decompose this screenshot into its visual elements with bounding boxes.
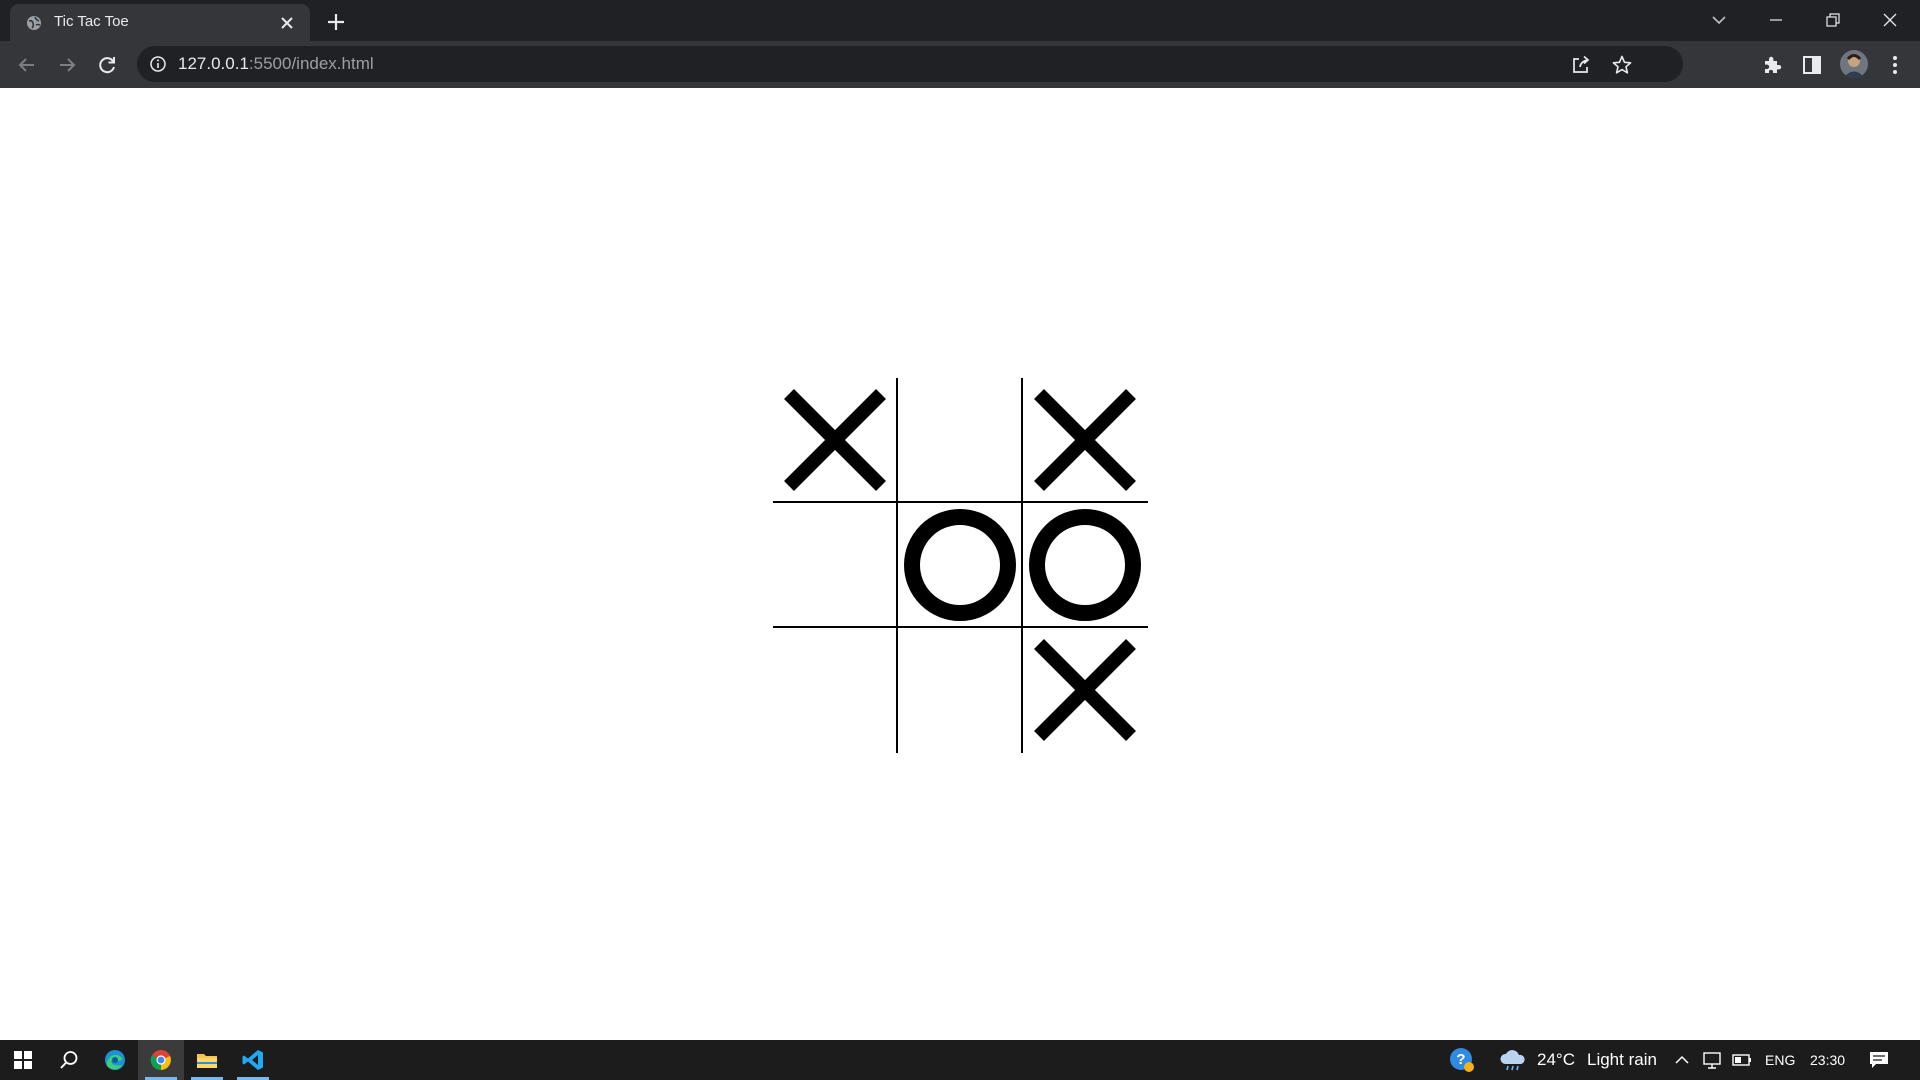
windows-taskbar: ? 24°C Light rain ENG 23:30 (0, 1040, 1920, 1080)
browser-toolbar: 127.0.0.1:5500/index.html (0, 41, 1920, 88)
network-icon[interactable] (1701, 1049, 1723, 1071)
clock-time[interactable]: 23:30 (1810, 1052, 1845, 1068)
forward-arrow-icon[interactable] (55, 53, 79, 77)
reload-icon[interactable] (95, 53, 119, 77)
file-explorer-icon[interactable] (184, 1040, 230, 1080)
close-window-icon[interactable] (1875, 6, 1905, 34)
weather-description[interactable]: Light rain (1587, 1050, 1657, 1070)
site-info-icon[interactable] (149, 55, 167, 73)
profile-avatar[interactable] (1840, 50, 1868, 78)
vscode-icon[interactable] (230, 1040, 276, 1080)
cell-0-0[interactable] (773, 378, 898, 503)
search-icon[interactable] (46, 1040, 92, 1080)
cell-0-1[interactable] (898, 378, 1023, 503)
cell-0-2[interactable] (1023, 378, 1148, 503)
globe-icon (26, 15, 42, 31)
cloud-rain-icon[interactable] (1498, 1049, 1528, 1071)
extensions-puzzle-icon[interactable] (1760, 53, 1784, 77)
restore-icon[interactable] (1818, 6, 1848, 34)
x-mark (1034, 639, 1136, 741)
edge-browser-icon[interactable] (92, 1040, 138, 1080)
weather-temperature[interactable]: 24°C (1537, 1050, 1575, 1070)
cell-2-2[interactable] (1023, 628, 1148, 753)
url-text: 127.0.0.1:5500/index.html (178, 54, 374, 73)
x-mark (1034, 389, 1136, 491)
notifications-icon[interactable] (1868, 1049, 1890, 1071)
browser-tab[interactable]: Tic Tac Toe (10, 4, 310, 41)
chrome-browser-icon[interactable] (138, 1040, 184, 1080)
svg-text:?: ? (1456, 1051, 1465, 1068)
cell-1-2[interactable] (1023, 503, 1148, 628)
menu-dots-icon[interactable] (1883, 53, 1907, 77)
tab-search-icon[interactable] (1704, 6, 1734, 34)
new-tab-icon[interactable] (324, 10, 348, 34)
o-mark (904, 509, 1016, 621)
minimize-icon[interactable] (1761, 6, 1791, 34)
chevron-up-icon[interactable] (1671, 1049, 1693, 1071)
bookmark-star-icon[interactable] (1611, 54, 1633, 76)
cell-2-1[interactable] (898, 628, 1023, 753)
battery-icon[interactable] (1731, 1049, 1753, 1071)
windows-start-icon[interactable] (0, 1040, 46, 1080)
language-indicator[interactable]: ENG (1765, 1052, 1795, 1068)
close-tab-icon[interactable] (278, 14, 296, 32)
cell-1-1[interactable] (898, 503, 1023, 628)
o-mark (1029, 509, 1141, 621)
cell-2-0[interactable] (773, 628, 898, 753)
x-mark (784, 389, 886, 491)
tab-strip: Tic Tac Toe (0, 0, 1920, 41)
share-icon[interactable] (1570, 54, 1592, 76)
cell-1-0[interactable] (773, 503, 898, 628)
back-arrow-icon[interactable] (15, 53, 39, 77)
tic-tac-toe-board (773, 378, 1148, 753)
side-panel-icon[interactable] (1800, 53, 1824, 77)
tab-title: Tic Tac Toe (54, 13, 129, 30)
address-bar[interactable]: 127.0.0.1:5500/index.html (137, 46, 1683, 82)
page-viewport (0, 88, 1920, 1040)
help-icon[interactable]: ? (1449, 1047, 1475, 1073)
